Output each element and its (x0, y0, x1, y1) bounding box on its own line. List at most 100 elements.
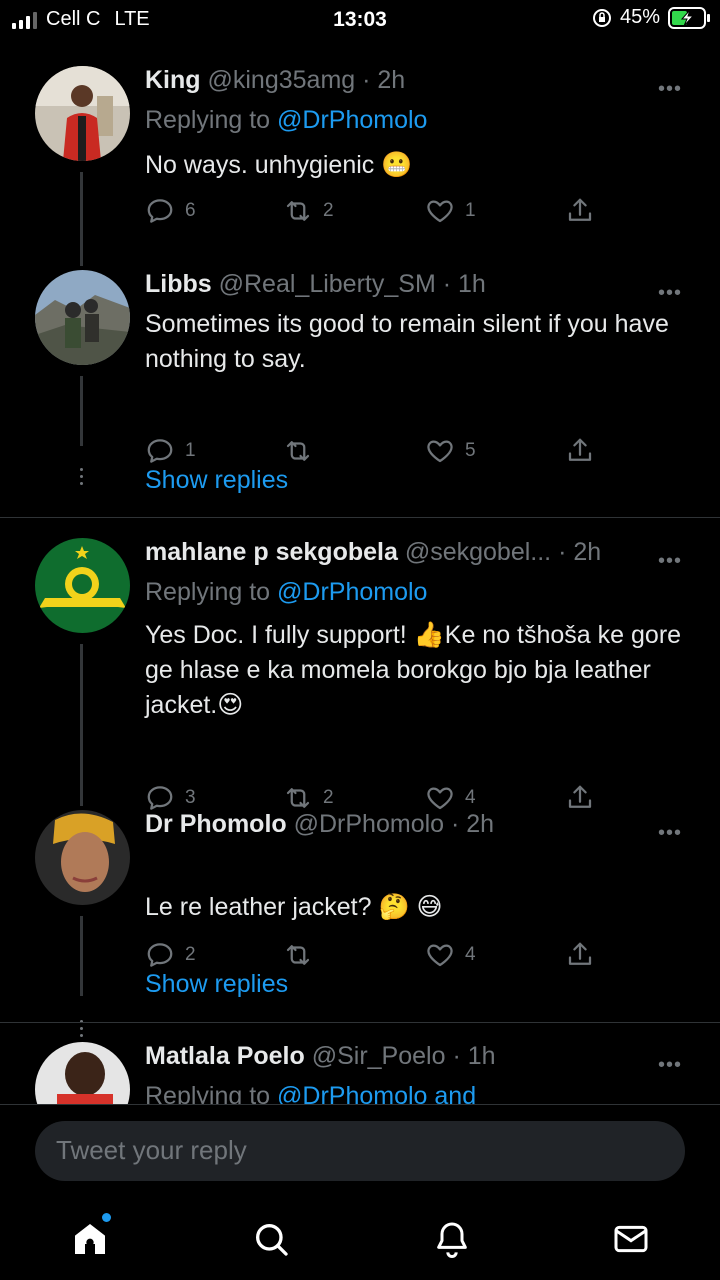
heart-icon (427, 944, 453, 967)
replies-feed[interactable]: King @king35amg · 2h ••• Replying to @Dr… (0, 46, 720, 1104)
avatar[interactable] (35, 1042, 130, 1104)
mention-link[interactable]: @DrPhomolo (277, 106, 427, 134)
retweet-count: 2 (323, 200, 334, 221)
tweet-header: Matlala Poelo @Sir_Poelo · 1h (145, 1042, 645, 1071)
share-icon (568, 785, 592, 808)
status-right: 45% (592, 6, 712, 29)
author-handle[interactable]: @Real_Liberty_SM · 1h (219, 270, 486, 298)
like-button[interactable]: 4 (425, 783, 476, 813)
replying-to: Replying to @DrPhomolo (145, 106, 427, 135)
more-options-icon[interactable]: ••• (658, 550, 682, 573)
reply-button[interactable]: 2 (145, 940, 196, 970)
tweet-libbs[interactable]: Libbs @Real_Liberty_SM · 1h ••• Sometime… (0, 270, 720, 516)
tweet-drphomolo[interactable]: Dr Phomolo @DrPhomolo · 2h ••• Le re lea… (0, 810, 720, 1037)
retweet-icon (286, 441, 310, 461)
reply-icon (147, 439, 173, 463)
more-options-icon[interactable]: ••• (658, 822, 682, 845)
author-handle[interactable]: @sekgobel... · 2h (405, 538, 601, 566)
battery-charging-icon (668, 6, 710, 29)
tweet-header: King @king35amg · 2h (145, 66, 645, 95)
tab-notifications[interactable] (426, 1213, 478, 1265)
like-button[interactable]: 5 (425, 436, 476, 466)
author-handle[interactable]: @Sir_Poelo · 1h (312, 1042, 496, 1070)
author-handle[interactable]: @king35amg · 2h (208, 66, 406, 94)
home-icon (75, 1224, 105, 1254)
share-button[interactable] (565, 436, 595, 466)
avatar[interactable] (35, 810, 130, 905)
more-options-icon[interactable]: ••• (658, 282, 682, 305)
tab-home[interactable] (64, 1213, 116, 1265)
author-name[interactable]: mahlane p sekgobela (145, 538, 398, 566)
retweet-icon (286, 788, 310, 808)
thread-line (80, 376, 83, 446)
reply-icon (147, 199, 173, 223)
replying-prefix: Replying to (145, 578, 278, 606)
reply-button[interactable]: 1 (145, 436, 196, 466)
author-name[interactable]: Matlala Poelo (145, 1042, 305, 1070)
show-replies-link[interactable]: Show replies (145, 466, 288, 495)
tab-messages[interactable] (605, 1213, 657, 1265)
status-bar: Cell C LTE 13:03 45% (0, 0, 720, 44)
reply-button[interactable]: 3 (145, 783, 196, 813)
replying-prefix: Replying to (145, 106, 278, 134)
replying-to: Replying to @DrPhomolo (145, 578, 427, 607)
author-handle[interactable]: @DrPhomolo · 2h (294, 810, 494, 838)
heart-icon (427, 440, 453, 463)
retweet-icon (286, 945, 310, 965)
tweet-text: Yes Doc. I fully support! 👍Ke no tšhoša … (145, 621, 682, 719)
reply-count: 2 (185, 944, 196, 965)
retweet-count: 2 (323, 787, 334, 808)
author-name[interactable]: Libbs (145, 270, 212, 298)
share-button[interactable] (565, 196, 595, 226)
reply-icon (147, 786, 173, 810)
tweet-text: Le re leather jacket? 🤔 😅 (145, 893, 443, 921)
mention-link[interactable]: @DrPhomolo and (277, 1082, 476, 1104)
avatar[interactable] (35, 538, 130, 633)
avatar[interactable] (35, 270, 130, 365)
like-count: 4 (465, 944, 476, 965)
replying-prefix: Replying to (145, 1082, 278, 1104)
replying-to: Replying to @DrPhomolo and (145, 1082, 476, 1104)
share-icon (568, 198, 592, 221)
share-button[interactable] (565, 783, 595, 813)
more-options-icon[interactable]: ••• (658, 78, 682, 101)
tweet-header: mahlane p sekgobela @sekgobel... · 2h (145, 538, 645, 567)
more-options-icon[interactable]: ••• (658, 1054, 682, 1077)
tweet-text: Sometimes its good to remain silent if y… (145, 310, 669, 373)
retweet-icon (286, 201, 310, 221)
like-button[interactable]: 1 (425, 196, 476, 226)
thread-line (80, 644, 83, 806)
thread-dots (80, 1020, 83, 1041)
notifications-icon (437, 1222, 467, 1258)
retweet-button[interactable]: 2 (283, 783, 334, 813)
divider (0, 1022, 720, 1023)
retweet-button[interactable] (283, 940, 323, 970)
tweet-actions: 2 4 (145, 940, 605, 974)
show-replies-link[interactable]: Show replies (145, 970, 288, 999)
tweet-text: No ways. unhygienic 😬 (145, 151, 413, 179)
author-name[interactable]: Dr Phomolo (145, 810, 287, 838)
tab-bar (0, 1213, 720, 1265)
reply-count: 1 (185, 440, 196, 461)
like-button[interactable]: 4 (425, 940, 476, 970)
tweet-header: Libbs @Real_Liberty_SM · 1h (145, 270, 645, 299)
reply-input[interactable]: Tweet your reply (35, 1121, 685, 1181)
mention-link[interactable]: @DrPhomolo (277, 578, 427, 606)
avatar[interactable] (35, 66, 130, 161)
author-name[interactable]: King (145, 66, 201, 94)
reply-count: 3 (185, 787, 196, 808)
thread-dots (80, 468, 83, 489)
reply-button[interactable]: 6 (145, 196, 196, 226)
retweet-button[interactable] (283, 436, 323, 466)
tweet-mahlane[interactable]: mahlane p sekgobela @sekgobel... · 2h ••… (0, 538, 720, 810)
tweet-header: Dr Phomolo @DrPhomolo · 2h (145, 810, 645, 839)
tweet-king[interactable]: King @king35amg · 2h ••• Replying to @Dr… (0, 66, 720, 266)
home-notification-dot (102, 1213, 111, 1222)
search-icon (255, 1224, 288, 1256)
tab-search[interactable] (245, 1213, 297, 1265)
share-button[interactable] (565, 940, 595, 970)
retweet-button[interactable]: 2 (283, 196, 334, 226)
divider (0, 517, 720, 518)
tweet-matlala-poelo[interactable]: Matlala Poelo @Sir_Poelo · 1h ••• Replyi… (0, 1042, 720, 1104)
like-count: 1 (465, 200, 476, 221)
